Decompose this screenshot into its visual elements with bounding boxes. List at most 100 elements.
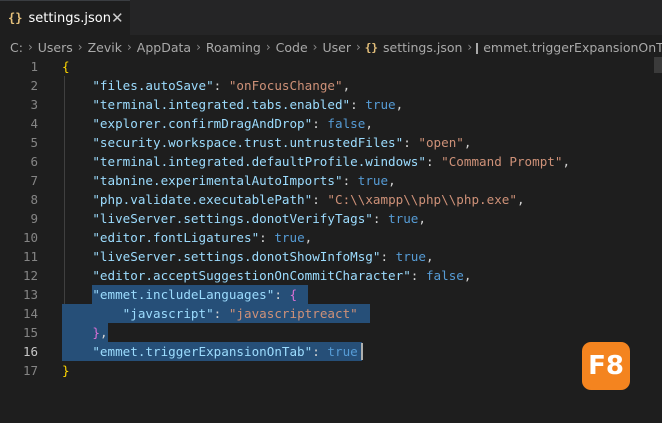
line-number: 17 [22,363,38,378]
json-key: "liveServer.settings.donotShowInfoMsg" [92,249,381,264]
chevron-right-icon: › [467,40,473,54]
code-line: 12 "editor.acceptSuggestionOnCommitChara… [0,266,662,285]
property-symbol-icon [476,42,479,54]
breadcrumb-item-code[interactable]: Code [275,40,309,55]
json-key: "terminal.integrated.tabs.enabled" [92,97,351,112]
line-number: 9 [30,211,38,226]
json-key: "emmet.includeLanguages" [92,287,275,302]
code-text: "security.workspace.trust.untrustedFiles… [92,135,472,150]
f8-logo: F8 [582,342,630,390]
code-text: "terminal.integrated.defaultProfile.wind… [92,154,571,169]
line-number: 12 [22,268,38,283]
json-key: "emmet.triggerExpansionOnTab" [92,344,313,359]
breadcrumb-item-appdata[interactable]: AppData [136,40,192,55]
line-number: 8 [30,192,38,207]
line-number: 14 [22,306,38,321]
chevron-right-icon: › [196,40,201,54]
json-value: "C:\\xampp\\php\\php.exe" [327,192,517,207]
code-text: "tabnine.experimentalAutoImports": true, [92,173,396,188]
code-line: 5 "security.workspace.trust.untrustedFil… [0,133,662,152]
line-number: 16 [22,344,38,359]
json-value: "onFocusChange" [228,78,343,93]
code-editor[interactable]: 1 { 2 "files.autoSave": "onFocusChange",… [0,57,662,423]
chevron-right-icon: › [126,40,132,54]
json-value: true [327,344,358,359]
chevron-right-icon: › [265,40,271,54]
tab-settings-json[interactable]: {} settings.json ✕ [0,0,130,35]
json-value: true [388,211,419,226]
code-text: "editor.acceptSuggestionOnCommitCharacte… [92,268,472,283]
code-text: "liveServer.settings.donotVerifyTags": t… [92,211,426,226]
code-line: 13 "emmet.includeLanguages": { [0,285,662,304]
code-text: "javascript": "javascriptreact" [122,306,358,321]
json-value: true [357,173,389,188]
json-key: "liveServer.settings.donotVerifyTags" [92,211,373,226]
breadcrumb-item-zevik[interactable]: Zevik [87,40,123,55]
line-number: 13 [22,287,38,302]
code-text: "explorer.confirmDragAndDrop": false, [92,116,373,131]
json-key: "tabnine.experimentalAutoImports" [92,173,343,188]
breadcrumb-item-file[interactable]: settings.json [382,40,463,55]
code-line: 2 "files.autoSave": "onFocusChange", [0,76,662,95]
breadcrumb-item-drive[interactable]: C: [9,40,24,55]
chevron-right-icon: › [27,40,33,54]
code-line: 17 } [0,361,662,380]
line-number: 3 [30,97,38,112]
code-line: 8 "php.validate.executablePath": "C:\\xa… [0,190,662,209]
line-number: 2 [30,78,38,93]
breadcrumb-item-symbol[interactable]: emmet.triggerExpansionOnTab [482,40,662,55]
json-value: "open" [418,135,464,150]
json-braces-icon: {} [364,40,379,54]
line-number: 1 [30,59,38,74]
breadcrumb: C: › Users › Zevik › AppData › Roaming ›… [0,36,662,58]
json-value: "javascriptreact" [228,306,358,321]
json-value: false [327,116,366,131]
code-line: 3 "terminal.integrated.tabs.enabled": tr… [0,95,662,114]
json-value: false [425,268,464,283]
code-line: 10 "editor.fontLigatures": true, [0,228,662,247]
code-line: 9 "liveServer.settings.donotVerifyTags":… [0,209,662,228]
json-value: true [274,230,305,245]
line-number: 5 [30,135,38,150]
line-number: 15 [22,325,38,340]
json-key: "files.autoSave" [92,78,214,93]
breadcrumb-item-roaming[interactable]: Roaming [205,40,262,55]
json-key: "editor.acceptSuggestionOnCommitCharacte… [92,268,411,283]
line-number: 10 [22,230,38,245]
chevron-right-icon: › [312,40,318,54]
breadcrumb-item-user[interactable]: User [321,40,352,55]
code-line: 15 }, [0,323,662,342]
json-value: true [395,249,426,264]
json-value: "Command Prompt" [441,154,563,169]
code-text: } [62,361,70,380]
code-text: "emmet.triggerExpansionOnTab": true [92,344,358,359]
code-line: 4 "explorer.confirmDragAndDrop": false, [0,114,662,133]
code-line: 7 "tabnine.experimentalAutoImports": tru… [0,171,662,190]
chevron-right-icon: › [355,40,361,54]
tab-label: settings.json [28,10,112,26]
close-icon[interactable]: ✕ [111,9,124,27]
json-key: "explorer.confirmDragAndDrop" [92,116,313,131]
json-key: "editor.fontLigatures" [92,230,260,245]
json-braces-icon: {} [8,11,23,25]
brace-close: } [92,325,100,340]
chevron-right-icon: › [77,40,83,54]
breadcrumb-item-users[interactable]: Users [37,40,74,55]
json-value: true [365,97,396,112]
code-line: 1 { [0,57,662,76]
code-text: "files.autoSave": "onFocusChange", [92,78,351,93]
brace-close: } [62,363,70,378]
line-number: 6 [30,154,38,169]
line-number: 11 [22,249,38,264]
json-key: "php.validate.executablePath" [92,192,313,207]
code-line: 11 "liveServer.settings.donotShowInfoMsg… [0,247,662,266]
code-text: }, [92,325,108,340]
json-key: "security.workspace.trust.untrustedFiles… [92,135,404,150]
code-text: "editor.fontLigatures": true, [92,230,313,245]
code-text: "liveServer.settings.donotShowInfoMsg": … [92,249,434,264]
code-line: 16 "emmet.triggerExpansionOnTab": true [0,342,662,361]
code-text: "terminal.integrated.tabs.enabled": true… [92,97,404,112]
code-line: 14 "javascript": "javascriptreact" [0,304,662,323]
code-text: { [62,57,70,76]
brace-open: { [62,59,70,74]
